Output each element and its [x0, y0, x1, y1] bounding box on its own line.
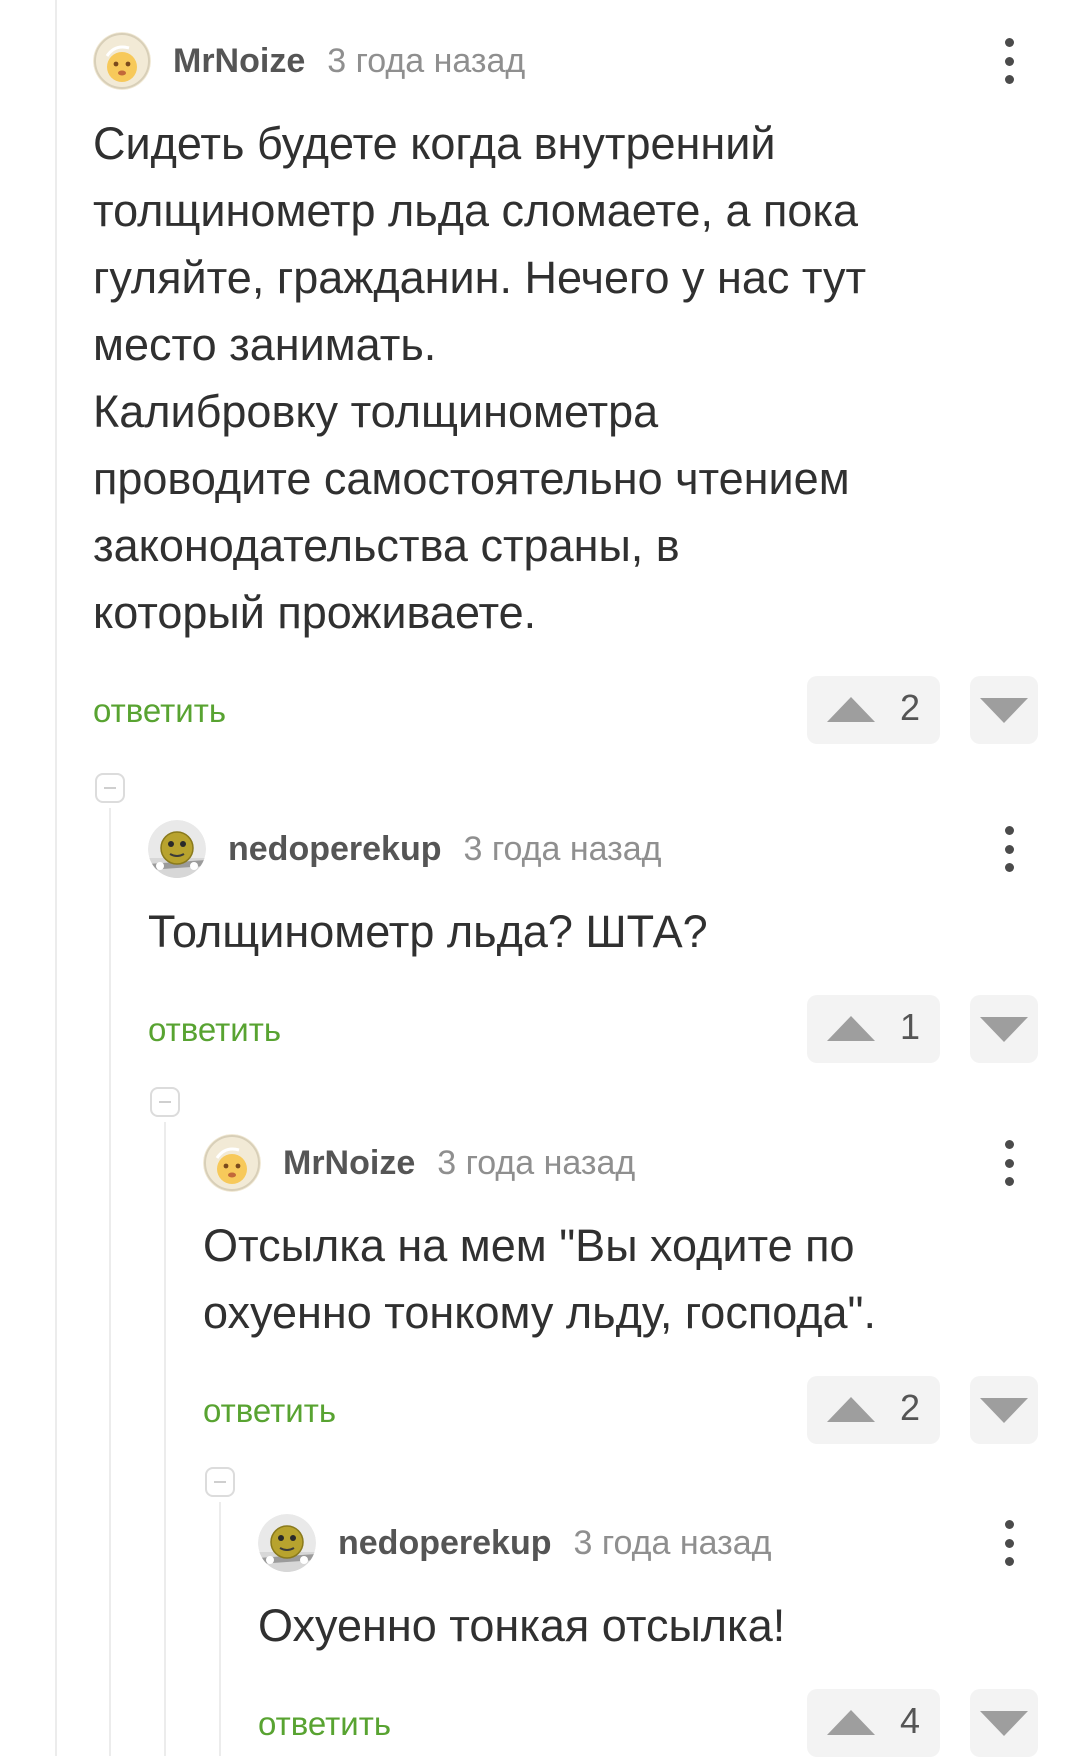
comment-text: Сидеть будете когда внутренний толщиноме…: [93, 118, 867, 638]
comment-text: Охуенно тонкая отсылка!: [258, 1600, 786, 1651]
comment-timestamp[interactable]: 3 года назад: [463, 830, 661, 869]
comment-text: Отсылка на мем "Вы ходите по охуенно тон…: [203, 1220, 877, 1338]
triangle-up-icon: [827, 1710, 875, 1735]
upvote-button[interactable]: 4: [807, 1689, 940, 1757]
rating-count: 2: [899, 687, 920, 728]
downvote-button[interactable]: [970, 1689, 1038, 1757]
reply-link[interactable]: ответить: [258, 1705, 391, 1743]
reply-link[interactable]: ответить: [203, 1392, 336, 1430]
comment-author[interactable]: MrNoize: [283, 1144, 415, 1183]
collapse-button-level-3[interactable]: [205, 1467, 235, 1497]
avatar[interactable]: [93, 32, 151, 90]
reply-link[interactable]: ответить: [148, 1011, 281, 1049]
triangle-up-icon: [827, 1397, 875, 1422]
comment-author[interactable]: nedoperekup: [338, 1524, 551, 1563]
comment-author[interactable]: nedoperekup: [228, 830, 441, 869]
comment-timestamp[interactable]: 3 года назад: [327, 42, 525, 81]
triangle-down-icon: [980, 1711, 1028, 1736]
comment-header: MrNoize 3 года назад: [203, 1132, 1080, 1194]
upvote-button[interactable]: 1: [807, 995, 940, 1063]
triangle-down-icon: [980, 698, 1028, 723]
comment-timestamp[interactable]: 3 года назад: [573, 1524, 771, 1563]
comment: nedoperekup 3 года назад Охуенно тонкая …: [258, 1512, 1080, 1759]
triangle-down-icon: [980, 1398, 1028, 1423]
reply-link[interactable]: ответить: [93, 692, 226, 730]
thread-line-level-3: [219, 1502, 221, 1756]
thread-line-level-1: [109, 808, 111, 1756]
collapse-button-level-2[interactable]: [150, 1087, 180, 1117]
comment-footer: ответить 1: [148, 995, 1080, 1065]
rating-count: 2: [899, 1387, 920, 1428]
comment-header: MrNoize 3 года назад: [93, 30, 1080, 92]
comment: nedoperekup 3 года назад Толщинометр льд…: [148, 818, 1080, 1065]
more-options-icon[interactable]: [994, 826, 1024, 872]
comment-footer: ответить 2: [93, 676, 1080, 746]
comment-footer: ответить 2: [203, 1376, 1080, 1446]
thread-line-root: [55, 0, 57, 1756]
collapse-button-level-1[interactable]: [95, 773, 125, 803]
more-options-icon[interactable]: [994, 1140, 1024, 1186]
triangle-up-icon: [827, 1016, 875, 1041]
comment-footer: ответить 4: [258, 1689, 1080, 1759]
more-options-icon[interactable]: [994, 1520, 1024, 1566]
downvote-button[interactable]: [970, 995, 1038, 1063]
more-options-icon[interactable]: [994, 38, 1024, 84]
avatar[interactable]: [203, 1134, 261, 1192]
comment-text: Толщинометр льда? ШТА?: [148, 906, 708, 957]
comment: MrNoize 3 года назад Сидеть будете когда…: [93, 30, 1080, 746]
avatar[interactable]: [258, 1514, 316, 1572]
upvote-button[interactable]: 2: [807, 1376, 940, 1444]
comment-timestamp[interactable]: 3 года назад: [437, 1144, 635, 1183]
comment-header: nedoperekup 3 года назад: [148, 818, 1080, 880]
upvote-button[interactable]: 2: [807, 676, 940, 744]
rating-count: 4: [899, 1700, 920, 1741]
downvote-button[interactable]: [970, 1376, 1038, 1444]
avatar[interactable]: [148, 820, 206, 878]
yellow-ball-avatar-icon: [148, 820, 206, 878]
triangle-down-icon: [980, 1017, 1028, 1042]
comment: MrNoize 3 года назад Отсылка на мем "Вы …: [203, 1132, 1080, 1446]
downvote-button[interactable]: [970, 676, 1038, 744]
face-emoji-avatar-icon: [203, 1134, 261, 1192]
rating-count: 1: [899, 1006, 920, 1047]
comment-header: nedoperekup 3 года назад: [258, 1512, 1080, 1574]
face-emoji-avatar-icon: [93, 32, 151, 90]
triangle-up-icon: [827, 697, 875, 722]
yellow-ball-avatar-icon: [258, 1514, 316, 1572]
comment-author[interactable]: MrNoize: [173, 42, 305, 81]
thread-line-level-2: [164, 1122, 166, 1756]
